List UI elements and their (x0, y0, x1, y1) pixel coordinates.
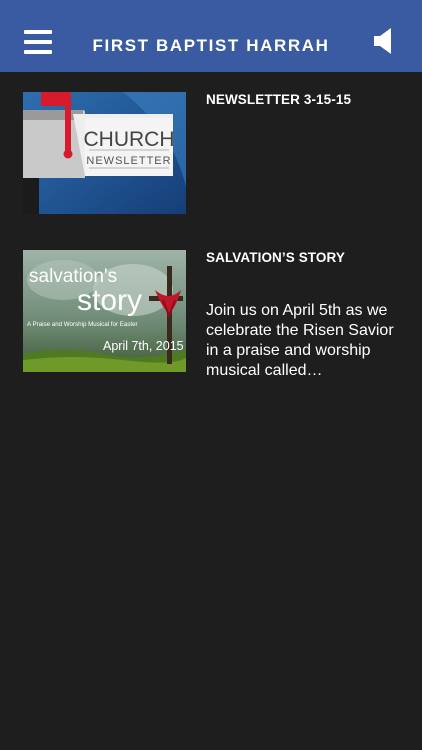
thumb-line-story: story (77, 284, 142, 317)
feed-item-summary: Join us on April 5th as we celebrate the… (206, 302, 394, 379)
speaker-icon[interactable] (372, 26, 396, 56)
feed-item-salvations-story[interactable]: salvation's story A Praise and Worship M… (0, 250, 422, 379)
thumb-word-newsletter: NEWSLETTER (86, 155, 171, 167)
feed-item-newsletter[interactable]: CHURCH NEWSLETTER NEWSLETTER 3-15-15 (0, 92, 422, 218)
newsletter-thumbnail[interactable]: CHURCH NEWSLETTER (23, 92, 186, 214)
salvations-story-thumbnail[interactable]: salvation's story A Praise and Worship M… (23, 250, 186, 372)
thumb-subtitle: A Praise and Worship Musical for Easter (27, 321, 138, 328)
app-title: FIRST BAPTIST HARRAH (92, 36, 330, 55)
app-header: FIRST BAPTIST HARRAH (0, 0, 422, 72)
thumb-word-church: CHURCH (84, 128, 175, 151)
feed-item-title[interactable]: SALVATION’S STORY (206, 250, 406, 265)
thumb-date: April 7th, 2015 (103, 339, 184, 353)
feed-item-title[interactable]: NEWSLETTER 3-15-15 (206, 92, 406, 107)
